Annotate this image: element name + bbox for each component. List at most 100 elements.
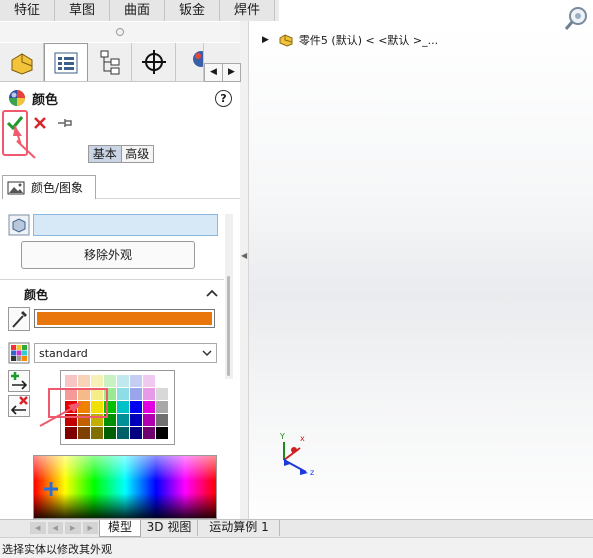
palette-select[interactable]: standard (34, 343, 217, 363)
configuration-icon (100, 50, 119, 75)
next-tab-icon[interactable]: ▶ (65, 522, 81, 534)
status-text: 选择实体以修改其外观 (2, 543, 112, 556)
color-swatch[interactable] (156, 401, 168, 413)
color-wheel-icon (8, 89, 26, 107)
configuration-manager-tab[interactable] (88, 43, 132, 81)
current-color-fill (37, 312, 212, 325)
tab-features[interactable]: 特征 (0, 0, 55, 21)
tab-model[interactable]: 模型 (99, 520, 141, 537)
expand-arrow-icon[interactable]: ▶ (262, 35, 269, 45)
command-tabs: 特征 草图 曲面 钣金 焊件 (0, 0, 279, 22)
color-swatch[interactable] (65, 375, 77, 387)
advanced-toggle-button[interactable]: 高级 (121, 146, 153, 162)
tree-root[interactable]: ▶ 零件5 (默认) < <默认 >_... (262, 32, 442, 48)
color-swatch[interactable] (117, 388, 129, 400)
scroll-right-icon[interactable]: ▶ (222, 63, 241, 82)
collapse-icon[interactable] (205, 286, 219, 300)
color-swatch[interactable] (130, 401, 142, 413)
panel-title: 颜色 (32, 93, 59, 108)
search-icon[interactable] (564, 6, 588, 32)
chevron-down-icon (202, 350, 212, 357)
color-swatch[interactable] (117, 414, 129, 426)
color-spectrum[interactable] (33, 455, 217, 519)
color-swatch[interactable] (143, 375, 155, 387)
remove-appearance-button[interactable]: 移除外观 (21, 241, 195, 269)
scrollbar-thumb[interactable] (227, 276, 230, 376)
selection-filter-icon[interactable] (8, 214, 30, 236)
panel-scrollbar[interactable] (225, 214, 233, 379)
pin-button[interactable] (57, 116, 75, 130)
tab-color-image[interactable]: 颜色/图象 (2, 175, 96, 199)
color-group-title: 颜色 (24, 288, 49, 302)
tab-surface[interactable]: 曲面 (110, 0, 165, 21)
image-icon (7, 181, 25, 194)
color-swatch[interactable] (78, 375, 90, 387)
eyedropper-icon (12, 311, 27, 328)
tab-color-image-label: 颜色/图象 (31, 181, 84, 195)
prev-tab-icon[interactable]: ◀ (47, 522, 63, 534)
bottom-tab-bar: ◀ ◀ ▶ ▶ 模型 3D 视图 运动算例 1 (0, 519, 593, 537)
color-swatch[interactable] (143, 414, 155, 426)
scroll-left-icon[interactable]: ◀ (204, 63, 223, 82)
swatch-pointer-icon (39, 402, 82, 427)
color-swatch[interactable] (156, 414, 168, 426)
color-swatch[interactable] (156, 427, 168, 439)
color-swatch[interactable] (117, 401, 129, 413)
color-swatch[interactable] (104, 427, 116, 439)
feature-manager-tab[interactable] (0, 43, 44, 81)
pointer-arrow-icon (13, 125, 36, 159)
dimxpert-tab[interactable] (132, 43, 176, 81)
remove-swatch-button[interactable] (8, 395, 30, 417)
manager-tabs: ◀ ▶ (0, 43, 241, 82)
x-axis-label: x (300, 434, 305, 443)
part-icon (279, 33, 293, 47)
display-manager-tab[interactable] (176, 43, 204, 81)
pin-icon (58, 119, 72, 127)
color-swatch[interactable] (156, 388, 168, 400)
tab-sheet-metal[interactable]: 钣金 (165, 0, 220, 21)
palette-select-value: standard (39, 346, 88, 360)
property-list-icon (54, 52, 78, 73)
color-swatch[interactable] (130, 414, 142, 426)
tree-root-label: 零件5 (默认) < <默认 >_... (298, 34, 439, 47)
tab-weldments[interactable]: 焊件 (220, 0, 275, 21)
grip-icon[interactable] (116, 28, 124, 36)
last-tab-icon[interactable]: ▶ (82, 522, 98, 534)
color-swatch[interactable] (130, 375, 142, 387)
crosshair-icon (141, 50, 166, 74)
y-axis-label: Y (279, 432, 285, 441)
color-swatch[interactable] (143, 388, 155, 400)
help-icon[interactable]: ? (215, 90, 232, 107)
eyedropper-button[interactable] (8, 307, 30, 331)
first-tab-icon[interactable]: ◀ (30, 522, 46, 534)
status-bar: 选择实体以修改其外观 (0, 537, 593, 558)
color-swatch[interactable] (130, 427, 142, 439)
add-swatch-button[interactable] (8, 370, 30, 392)
panel-splitter[interactable]: ◀ (240, 21, 249, 519)
tab-motion-study[interactable]: 运动算例 1 (199, 520, 280, 536)
selection-list[interactable] (33, 214, 218, 236)
color-swatch[interactable] (91, 427, 103, 439)
z-axis-label: z (310, 468, 314, 477)
property-manager-tab[interactable] (44, 43, 88, 81)
color-swatch[interactable] (143, 401, 155, 413)
spectrum-cursor-icon[interactable] (44, 482, 58, 496)
part-tree-icon (11, 53, 32, 75)
axis-triad: Y x z (279, 432, 314, 477)
section-divider (0, 279, 224, 280)
color-swatch[interactable] (117, 427, 129, 439)
tab-3d-view[interactable]: 3D 视图 (141, 520, 198, 536)
mode-toggle: 基本 高级 (88, 145, 154, 163)
color-swatch[interactable] (130, 388, 142, 400)
color-swatch[interactable] (91, 375, 103, 387)
tab-sketch[interactable]: 草图 (55, 0, 110, 21)
color-swatch[interactable] (156, 375, 168, 387)
color-swatch[interactable] (104, 375, 116, 387)
basic-toggle-button[interactable]: 基本 (89, 146, 122, 162)
collapse-arrow-icon[interactable]: ◀ (241, 251, 247, 260)
palette-icon[interactable] (8, 342, 30, 364)
current-color-swatch[interactable] (34, 309, 215, 328)
add-swatch-icon (11, 372, 28, 390)
color-swatch[interactable] (143, 427, 155, 439)
color-swatch[interactable] (117, 375, 129, 387)
